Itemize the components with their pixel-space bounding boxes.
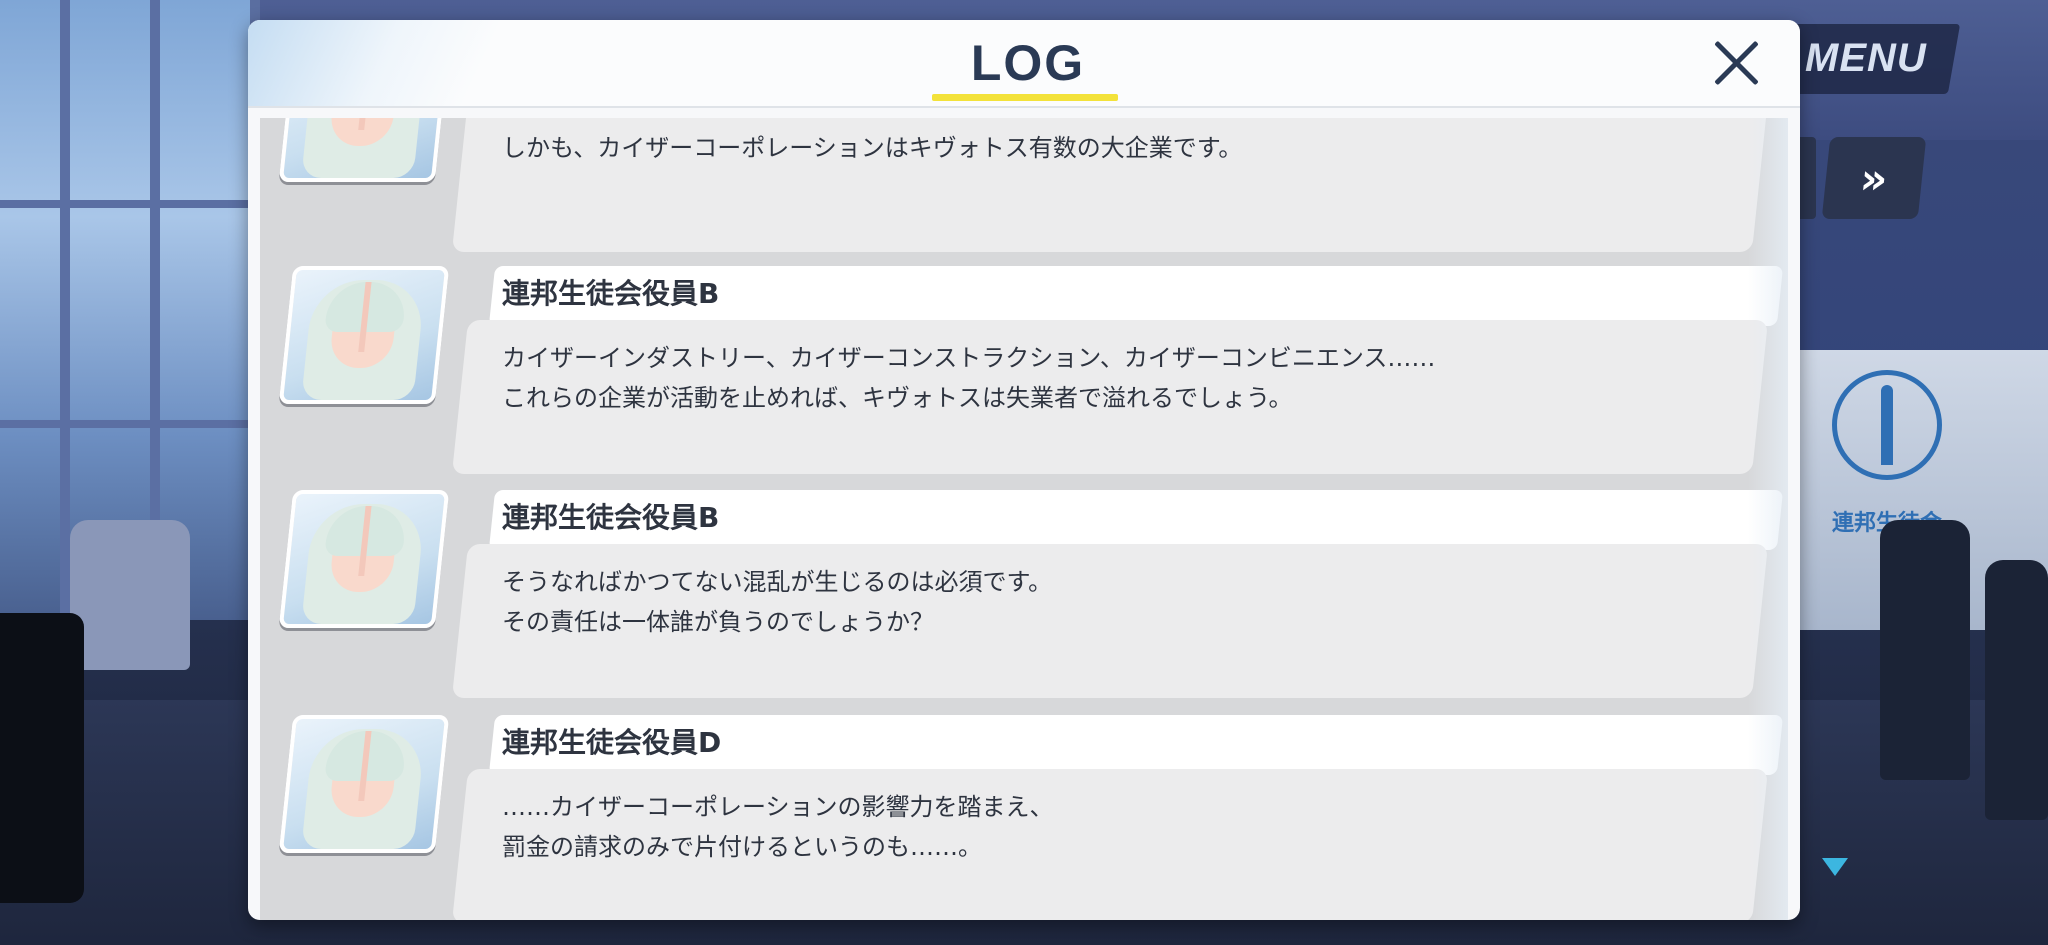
log-list[interactable]: しかも、カイザーコーポレーションはキヴォトス有数の大企業です。 連邦生徒会役員B…	[260, 118, 1788, 920]
message-line: 罰金の請求のみで片付けるというのも……。	[502, 833, 982, 861]
message-line: これらの企業が活動を止めれば、キヴォトスは失業者で溢れるでしょう。	[502, 384, 1293, 412]
log-entry: 連邦生徒会役員D ……カイザーコーポレーションの影響力を踏まえ、 罰金の請求のみ…	[260, 715, 1788, 920]
character-portrait	[278, 490, 450, 628]
menu-label[interactable]: MENU	[1805, 36, 1927, 81]
fast-forward-button[interactable]: »	[1821, 137, 1927, 219]
message-line: カイザーインダストリー、カイザーコンストラクション、カイザーコンビニエンス……	[502, 344, 1436, 372]
message-line: そうなればかつてない混乱が生じるのは必須です。	[502, 568, 1053, 596]
background-device	[0, 613, 84, 903]
log-title: LOG	[970, 35, 1086, 91]
speaker-name: 連邦生徒会役員B	[502, 277, 720, 310]
next-arrow-icon[interactable]	[1822, 858, 1848, 876]
close-icon[interactable]	[1708, 34, 1766, 92]
title-underline	[932, 94, 1118, 101]
character-portrait	[278, 715, 450, 853]
emblem-icon	[1832, 370, 1942, 480]
header-decoration	[248, 20, 548, 106]
speaker-name: 連邦生徒会役員D	[502, 726, 722, 759]
log-header: LOG	[248, 20, 1800, 108]
double-chevron-right-icon: »	[1857, 153, 1891, 203]
log-entry: 連邦生徒会役員B カイザーインダストリー、カイザーコンストラクション、カイザーコ…	[260, 266, 1788, 486]
background-chair	[70, 520, 190, 670]
character-portrait	[278, 118, 450, 182]
message-line: ……カイザーコーポレーションの影響力を踏まえ、	[502, 793, 1054, 821]
log-entry: 連邦生徒会役員B そうなればかつてない混乱が生じるのは必須です。 その責任は一体…	[260, 490, 1788, 710]
message-line: しかも、カイザーコーポレーションはキヴォトス有数の大企業です。	[502, 134, 1243, 162]
log-modal: LOG しかも、カイザーコーポレーションはキヴォトス有数の大企業です。 連邦生徒…	[248, 20, 1800, 920]
log-entry: しかも、カイザーコーポレーションはキヴォトス有数の大企業です。	[260, 118, 1788, 264]
background-chair	[1880, 520, 1970, 780]
scroll-fade	[1748, 118, 1788, 920]
message-line: その責任は一体誰が負うのでしょうか？	[502, 608, 934, 636]
background-chair	[1985, 560, 2048, 820]
character-portrait	[278, 266, 450, 404]
speaker-name: 連邦生徒会役員B	[502, 501, 720, 534]
